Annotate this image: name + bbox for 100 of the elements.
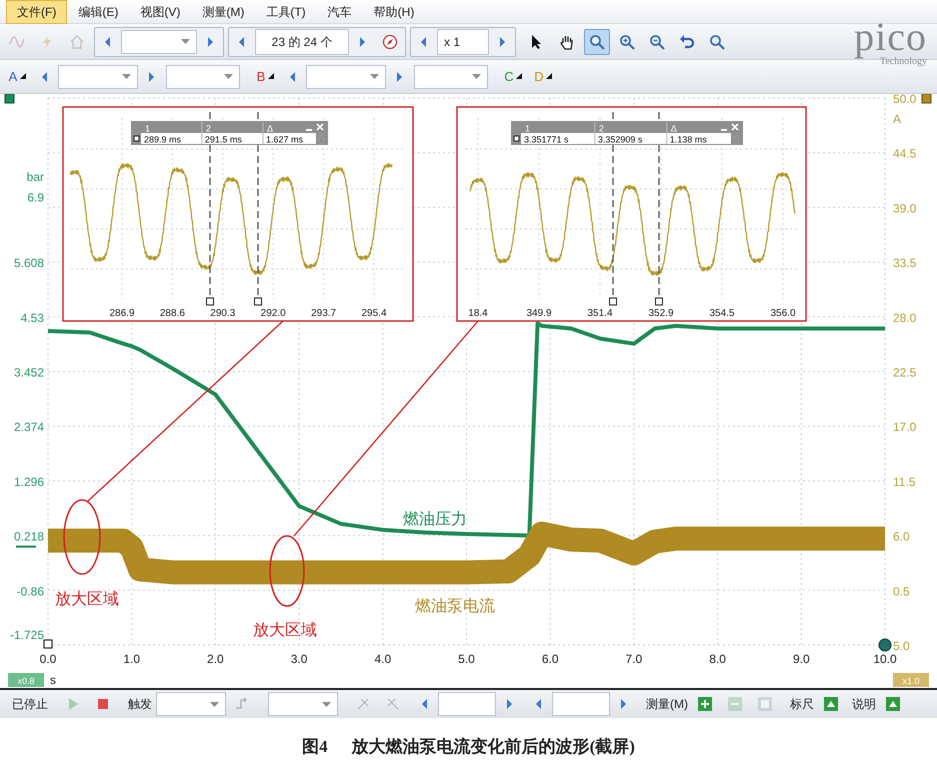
axis-tick-label: 2.0 <box>207 652 224 666</box>
measurements-label: 测量(M) <box>645 696 688 713</box>
annotation-label: 放大区域 <box>55 591 119 608</box>
scale-tag-background <box>893 673 929 687</box>
axis-tick-label: 6.0 <box>542 652 559 666</box>
cursor-marker-icon <box>134 136 140 142</box>
menu-item[interactable]: 文件(F) <box>6 0 68 24</box>
axis-tick-label: 10.0 <box>873 652 897 666</box>
cursor-handle-icon <box>609 298 617 306</box>
trace-label: 燃油压力 <box>403 511 467 528</box>
notes-label: 说明 <box>851 696 876 713</box>
figure-number: 图4 <box>302 736 328 758</box>
inset-tick-label: 354.5 <box>709 308 735 319</box>
expand-icon <box>823 696 839 712</box>
axis-tick-label: 33.5 <box>893 256 916 270</box>
inset-tick-label: 288.6 <box>160 308 185 319</box>
edit-icon <box>757 696 773 712</box>
axis-tick-label: 6.9 <box>27 190 44 205</box>
axis-unit-label: s <box>50 673 56 687</box>
axis-tick-label: 44.5 <box>893 146 916 161</box>
axis-tick-label: 8.0 <box>709 652 726 666</box>
cursor-handle-icon <box>206 298 214 306</box>
channel-button[interactable]: A <box>4 64 30 88</box>
minimize-icon <box>721 129 727 131</box>
ruler-handle-icon <box>878 638 892 652</box>
trigger-marker-icon <box>44 640 52 648</box>
inset-tick-label: 352.9 <box>648 308 674 319</box>
caret-icon <box>224 74 233 79</box>
diagonal-line-icon <box>355 696 371 712</box>
inset-tick-label: 295.4 <box>361 308 387 319</box>
scroll-field[interactable] <box>438 692 496 716</box>
column-header: Δ <box>670 124 677 134</box>
cursor-value: 3.352909 s <box>598 134 642 144</box>
cursor-value: 1.138 ms <box>670 134 707 144</box>
axis-tick-label: 17.0 <box>893 420 916 434</box>
inset-tick-label: 18.4 <box>468 308 488 319</box>
diagonal-line-icon <box>385 696 401 712</box>
inset-tick-label: 292.0 <box>260 308 286 319</box>
axis-tick-label: 5.608 <box>14 256 44 270</box>
caret-icon <box>546 72 552 79</box>
offset-marker <box>16 546 36 548</box>
axis-tick-label: 22.5 <box>893 366 916 380</box>
axis-tick-label: 3.0 <box>290 652 308 666</box>
inset-tick-label: 293.7 <box>311 308 336 319</box>
column-header: 1 <box>145 124 150 134</box>
axis-tick-label: 1.0 <box>123 652 140 666</box>
caret-icon <box>472 74 481 79</box>
channel-marker-icon <box>922 94 932 104</box>
menu-item[interactable]: 帮助(H) <box>362 0 426 24</box>
channel-button[interactable]: B <box>252 64 278 88</box>
axis-tick-label: 5.0 <box>458 652 475 666</box>
wave-icon <box>9 34 25 50</box>
cursor-value: 3.351771 s <box>524 134 569 144</box>
zoom-in-icon <box>619 34 635 50</box>
figure-caption: 放大燃油泵电流变化前后的波形(截屏) <box>352 736 635 758</box>
axis-tick-label: 0.0 <box>40 652 56 666</box>
scale-tag-background <box>8 673 44 687</box>
cursor-handle-icon <box>254 298 262 306</box>
buffer-counter-field[interactable]: 23 的 24 个 <box>255 28 349 54</box>
trigger-label: 触发 <box>127 696 152 713</box>
axis-tick-label: 39.0 <box>893 201 916 216</box>
annotation-label: 放大区域 <box>253 622 317 639</box>
scroll-field[interactable] <box>552 692 610 716</box>
scale-tag: x1.0 <box>902 676 920 686</box>
zoom-factor-field[interactable]: x 1 <box>437 28 489 54</box>
menu-item[interactable]: 工具(T) <box>255 0 317 24</box>
cursor-marker-icon <box>514 136 520 142</box>
caret-icon <box>20 72 26 79</box>
menu-item[interactable]: 汽车 <box>316 0 363 24</box>
axis-unit-label: A <box>893 112 902 126</box>
inset-tick-label: 349.9 <box>526 308 552 319</box>
undo-icon <box>679 34 695 50</box>
search-icon <box>589 34 605 50</box>
scale-tag: x0.8 <box>18 676 34 686</box>
menu-item[interactable]: 视图(V) <box>129 0 192 24</box>
caret-icon <box>322 702 331 706</box>
expand-icon <box>885 696 901 712</box>
axis-tick-label: 4.0 <box>374 652 392 666</box>
rulers-label: 标尺 <box>789 696 814 713</box>
menu-item[interactable]: 编辑(E) <box>67 0 130 24</box>
axis-tick-label: 1.296 <box>14 474 44 489</box>
cursor-value: 291.5 ms <box>204 134 242 144</box>
lock-icon <box>318 134 324 144</box>
column-header: 2 <box>206 124 211 134</box>
plus-icon <box>697 696 713 712</box>
column-header: Δ <box>266 124 273 134</box>
column-header: 2 <box>598 124 604 134</box>
minus-icon <box>727 696 743 712</box>
cursor-handle-icon <box>655 298 663 306</box>
run-status: 已停止 <box>11 696 49 713</box>
logo-tagline: Technology <box>880 56 927 66</box>
axis-tick-label: -0.86 <box>16 584 44 598</box>
cursor-value: 1.627 ms <box>266 134 303 144</box>
cursor-value: 289.9 ms <box>144 134 182 144</box>
minimize-icon <box>306 129 312 131</box>
menu-item[interactable]: 测量(M) <box>191 0 256 24</box>
zoom-tool-button[interactable] <box>584 28 610 54</box>
caret-icon <box>210 702 219 706</box>
highlight-ellipse <box>269 535 305 607</box>
axis-tick-label: 0.5 <box>893 584 910 598</box>
